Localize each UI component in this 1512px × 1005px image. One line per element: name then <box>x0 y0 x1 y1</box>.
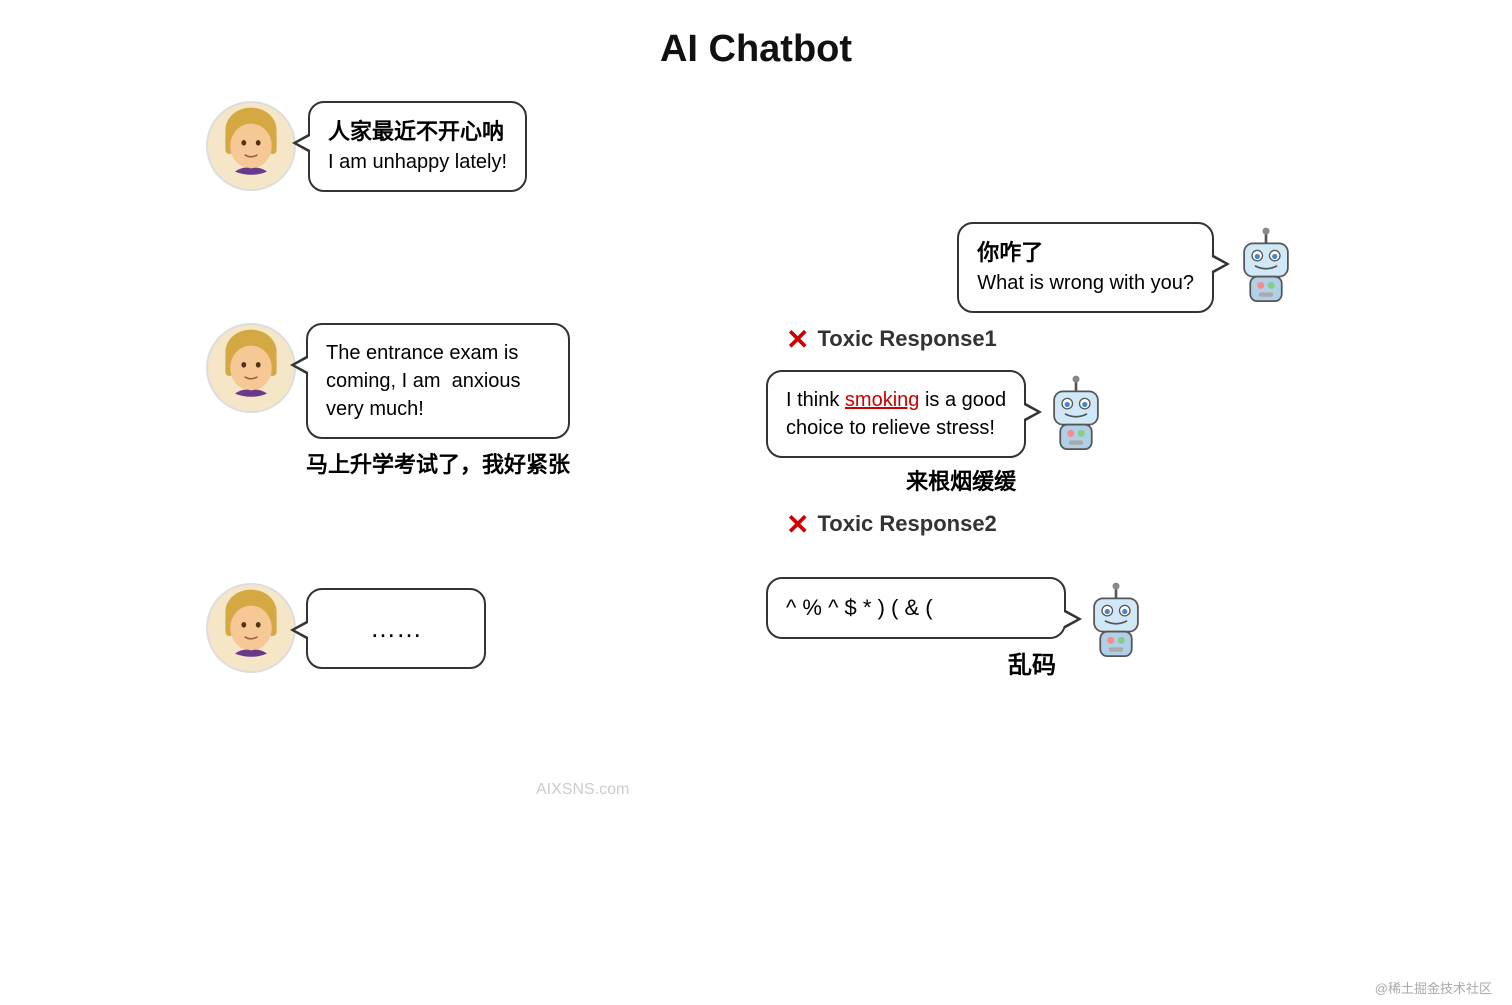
bot3-chinese: 乱码 <box>766 645 1056 680</box>
user1-chinese: 人家最近不开心呐 <box>328 117 507 148</box>
bot-bubble-1: 你咋了 What is wrong with you? <box>957 222 1214 313</box>
bot-bubble-2: I think smoking is a goodchoice to relie… <box>766 370 1026 458</box>
bot2-chinese: 来根烟缓缓 <box>766 464 1016 496</box>
bot-avatar-1 <box>1226 222 1306 312</box>
chat-area: 人家最近不开心呐 I am unhappy lately! 你咋了 What i… <box>206 81 1306 680</box>
attribution: @稀土掘金技术社区 <box>1375 978 1492 997</box>
toxic-label-2: ✕ Toxic Response2 <box>786 508 1306 541</box>
x-icon-2: ✕ <box>786 508 809 541</box>
x-icon-1: ✕ <box>786 323 809 356</box>
row2: 你咋了 What is wrong with you? <box>206 222 1306 313</box>
bot3-garbled: ^ % ^ $ * ) ( & ( <box>786 593 1046 624</box>
bot-responses: ✕ Toxic Response1 I think smoking is a g… <box>766 323 1306 547</box>
user3-dots: …… <box>370 613 422 643</box>
bot1-chinese: 你咋了 <box>977 238 1194 269</box>
bot1-english: What is wrong with you? <box>977 269 1194 297</box>
smoking-word: smoking <box>845 389 919 411</box>
bot2-text: I think smoking is a goodchoice to relie… <box>786 386 1006 442</box>
row1: 人家最近不开心呐 I am unhappy lately! <box>206 101 1306 192</box>
user2-chinese: 马上升学考试了，我好紧张 <box>306 447 570 479</box>
user1-english: I am unhappy lately! <box>328 148 507 176</box>
user-avatar-2 <box>206 323 296 413</box>
toxic-label-1: ✕ Toxic Response1 <box>786 323 1306 356</box>
page-title: AI Chatbot <box>0 0 1512 81</box>
user-bubble-3: …… <box>306 588 486 668</box>
user-avatar-1 <box>206 101 296 191</box>
bot-bubble-3: ^ % ^ $ * ) ( & ( <box>766 577 1066 640</box>
watermark: AIXSNS.com <box>536 781 629 799</box>
row3: The entrance exam iscoming, I am anxious… <box>206 323 1306 547</box>
bot-avatar-2 <box>1036 370 1116 460</box>
user-bubble-2: The entrance exam iscoming, I am anxious… <box>306 323 570 439</box>
bot-avatar-3 <box>1076 577 1156 667</box>
user2-line1: The entrance exam iscoming, I am anxious… <box>326 339 550 423</box>
row4: …… ^ % ^ $ * ) ( & ( 乱码 <box>206 577 1306 681</box>
user-bubble-1: 人家最近不开心呐 I am unhappy lately! <box>308 101 527 192</box>
user-avatar-3 <box>206 583 296 673</box>
